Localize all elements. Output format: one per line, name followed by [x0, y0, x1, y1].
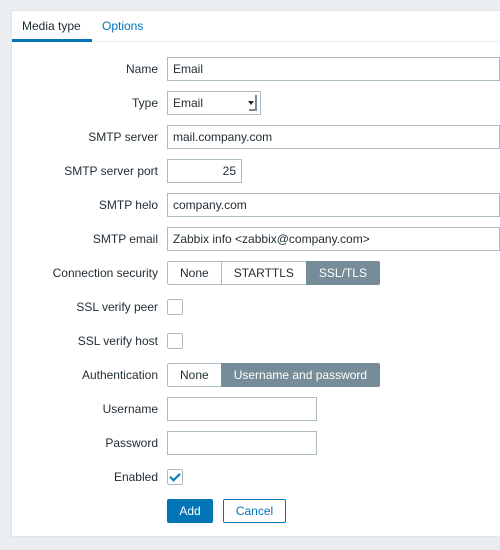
- smtp-helo-label: SMTP helo: [98, 198, 158, 212]
- row-smtp-helo: SMTP helo company.com: [12, 193, 500, 217]
- name-input[interactable]: Email: [167, 57, 500, 81]
- type-select[interactable]: Email: [167, 91, 261, 115]
- password-label: Password: [105, 436, 158, 450]
- add-button[interactable]: Add: [167, 499, 213, 523]
- connection-security-label: Connection security: [52, 266, 158, 280]
- tab-media-type[interactable]: Media type: [12, 11, 92, 42]
- authentication-username-password[interactable]: Username and password: [220, 363, 381, 387]
- smtp-helo-input[interactable]: company.com: [167, 193, 500, 217]
- username-input[interactable]: [167, 397, 317, 421]
- row-ssl-verify-peer: SSL verify peer: [12, 295, 500, 319]
- smtp-port-input[interactable]: 25: [167, 159, 242, 183]
- enabled-label: Enabled: [113, 470, 158, 484]
- row-smtp-email: SMTP email Zabbix info <zabbix@company.c…: [12, 227, 500, 251]
- row-connection-security: Connection security None STARTTLS SSL/TL…: [12, 261, 500, 285]
- row-enabled: Enabled: [12, 465, 500, 489]
- row-password: Password: [12, 431, 500, 455]
- connection-security-toggle: None STARTTLS SSL/TLS: [167, 261, 380, 285]
- row-type: Type Email: [12, 91, 500, 115]
- type-label: Type: [131, 96, 158, 110]
- row-authentication: Authentication None Username and passwor…: [12, 363, 500, 387]
- smtp-email-label: SMTP email: [92, 232, 158, 246]
- name-label: Name: [125, 62, 158, 76]
- smtp-server-label: SMTP server: [88, 130, 158, 144]
- connection-security-none[interactable]: None: [167, 261, 221, 285]
- username-label: Username: [102, 402, 158, 416]
- dropdown-arrow-icon: [248, 95, 257, 111]
- password-input[interactable]: [167, 431, 317, 455]
- authentication-toggle: None Username and password: [167, 363, 381, 387]
- row-name: Name Email: [12, 57, 500, 81]
- media-type-panel: Media type Options Name Email Type Email…: [11, 10, 500, 537]
- cancel-button[interactable]: Cancel: [223, 499, 286, 523]
- connection-security-starttls[interactable]: STARTTLS: [220, 261, 306, 285]
- row-username: Username: [12, 397, 500, 421]
- ssl-verify-host-label: SSL verify host: [77, 334, 158, 348]
- smtp-port-label: SMTP server port: [64, 164, 158, 178]
- authentication-none[interactable]: None: [167, 363, 221, 387]
- form-buttons: Add Cancel: [12, 499, 500, 523]
- ssl-verify-peer-checkbox[interactable]: [167, 299, 183, 315]
- authentication-label: Authentication: [81, 368, 158, 382]
- ssl-verify-host-checkbox[interactable]: [167, 333, 183, 349]
- smtp-server-input[interactable]: mail.company.com: [167, 125, 500, 149]
- enabled-checkbox[interactable]: [167, 469, 183, 485]
- ssl-verify-peer-label: SSL verify peer: [76, 300, 158, 314]
- row-smtp-server: SMTP server mail.company.com: [12, 125, 500, 149]
- row-ssl-verify-host: SSL verify host: [12, 329, 500, 353]
- type-value: Email: [173, 96, 204, 110]
- tab-options[interactable]: Options: [92, 11, 153, 42]
- connection-security-ssl-tls[interactable]: SSL/TLS: [305, 261, 380, 285]
- row-smtp-port: SMTP server port 25: [12, 159, 500, 183]
- tab-bar: Media type Options: [12, 11, 500, 42]
- smtp-email-input[interactable]: Zabbix info <zabbix@company.com>: [167, 227, 500, 251]
